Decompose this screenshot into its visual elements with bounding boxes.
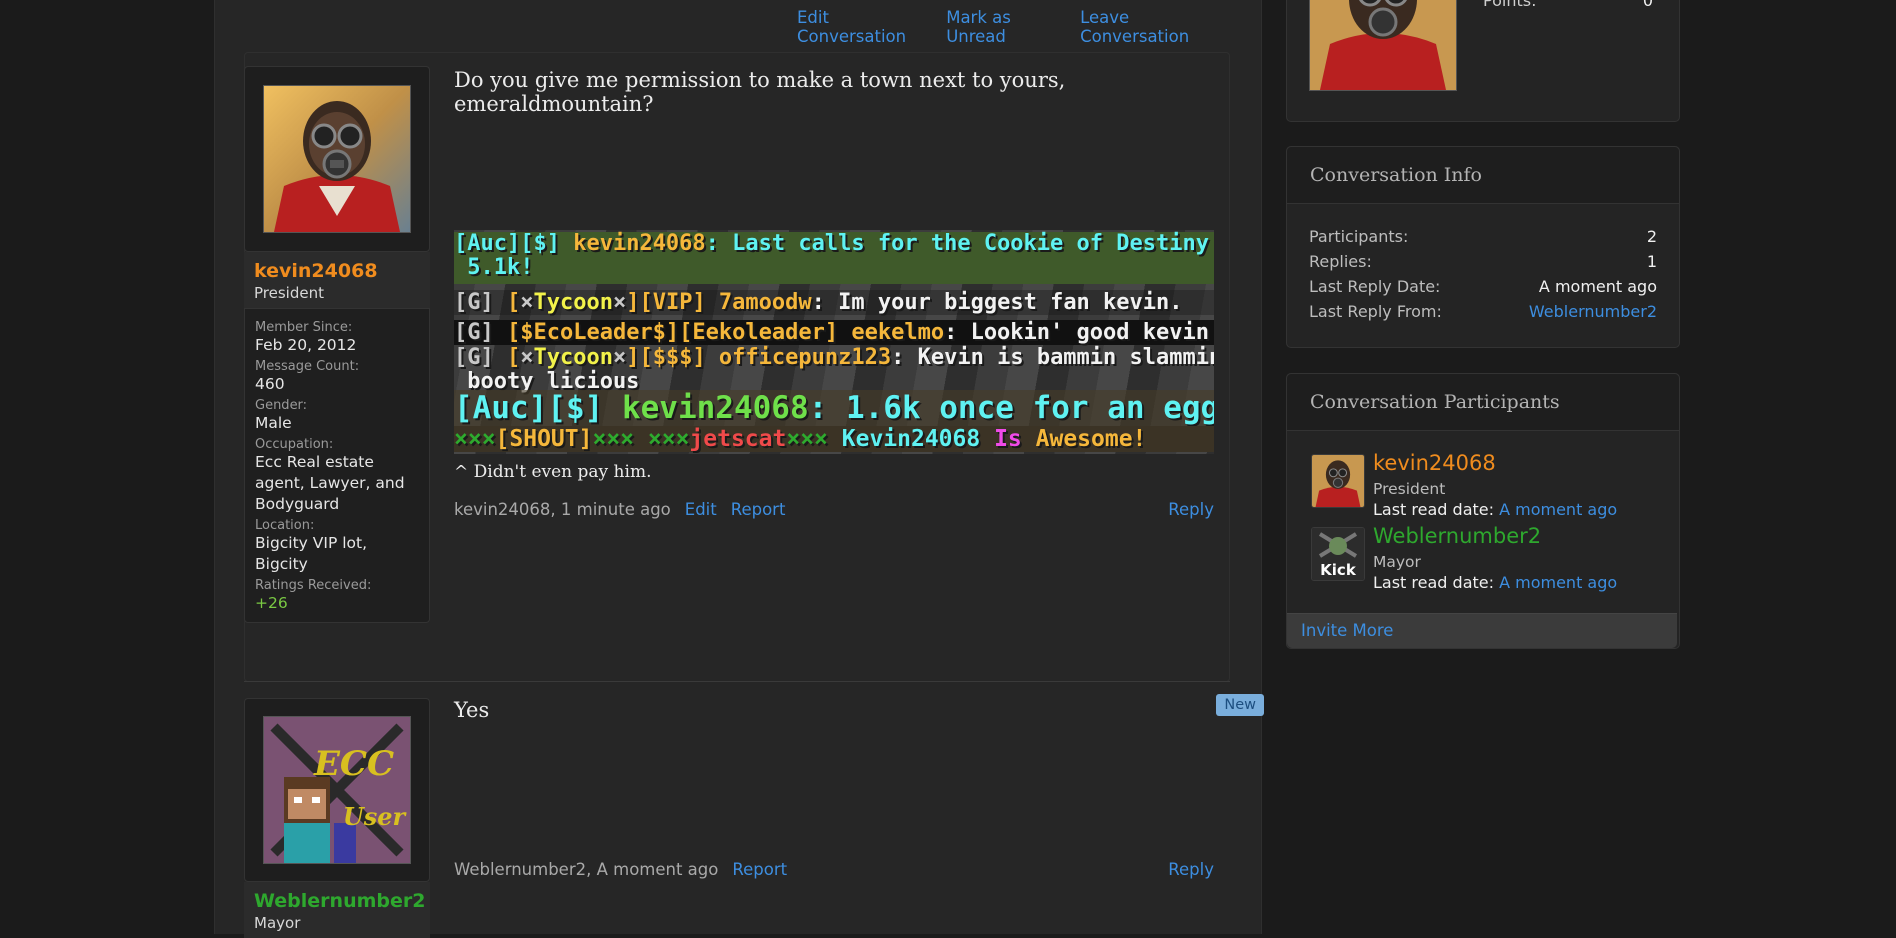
gender-value: Male <box>255 414 292 432</box>
message-caption: ^ Didn't even pay him. <box>454 462 652 482</box>
gas-mask-avatar-icon <box>264 86 410 232</box>
conversation-actions: Edit Conversation Mark as Unread Leave C… <box>797 8 1230 46</box>
chat-line-3: [G] [$EcoLeader$][Eekoleader] eekelmo: L… <box>454 320 1214 345</box>
participant-last-read: Last read date: A moment ago <box>1373 573 1618 592</box>
message-meta: Weblernumber2, A moment ago <box>454 860 719 879</box>
ratings-label: Ratings Received: <box>255 578 372 593</box>
participant-avatar[interactable] <box>1311 454 1365 508</box>
message-text: Yes <box>454 698 490 722</box>
report-link[interactable]: Report <box>732 860 787 879</box>
gender-label: Gender: <box>255 398 308 413</box>
minecraft-chat-screenshot: [Auc][$] kevin24068: Last calls for the … <box>454 230 1214 454</box>
participant-name[interactable]: Weblernumber2 <box>1373 524 1541 548</box>
message-text: Do you give me permission to make a town… <box>454 68 1066 116</box>
participant-name[interactable]: kevin24068 <box>1373 451 1496 475</box>
replies-row: Replies: 1 <box>1309 252 1657 271</box>
avatar-frame: ECC User <box>244 698 430 882</box>
message-user-card: kevin24068 President Member Since: Feb 2… <box>244 66 430 623</box>
points-value: 0 <box>1642 0 1653 10</box>
username-box: kevin24068 President <box>244 252 430 308</box>
edit-link[interactable]: Edit <box>685 500 717 519</box>
conversation-info-rows: Participants: 2 Replies: 1 Last Reply Da… <box>1287 204 1679 324</box>
username[interactable]: Weblernumber2 <box>254 890 425 912</box>
svg-text:Kick: Kick <box>1320 561 1357 579</box>
participant-title: President <box>1373 480 1446 498</box>
gas-mask-avatar-icon <box>1310 0 1456 90</box>
conversation-info-title: Conversation Info <box>1287 147 1679 204</box>
gas-mask-avatar-icon <box>1312 455 1364 507</box>
last-read-link[interactable]: A moment ago <box>1499 573 1617 592</box>
message-footer: kevin24068, 1 minute ago Edit Report Rep… <box>454 500 1214 519</box>
chat-line-5: [Auc][$] kevin24068: 1.6k once for an eg… <box>454 390 1214 426</box>
visitor-panel: Points: 0 <box>1286 0 1680 122</box>
ecc-user-avatar-icon: ECC User <box>264 717 410 863</box>
chat-line-6: ×××[SHOUT]××× ×××jetscat××× Kevin24068 I… <box>454 426 1214 452</box>
last-reply-from-link[interactable]: Weblernumber2 <box>1529 299 1657 324</box>
message-divider <box>244 681 1230 682</box>
location-label: Location: <box>255 518 315 533</box>
occupation-value: Ecc Real estate agent, Lawyer, and Bodyg… <box>255 453 405 513</box>
chat-line-2: [G] [×Tycoon×][VIP] 7amoodw: Im your big… <box>454 290 1214 315</box>
points-label: Points: <box>1483 0 1537 10</box>
invite-bar: Invite More <box>1287 613 1677 648</box>
member-since-label: Member Since: <box>255 320 353 335</box>
last-read-link[interactable]: A moment ago <box>1499 500 1617 519</box>
avatar[interactable]: ECC User <box>263 716 411 864</box>
new-badge: New <box>1216 694 1264 716</box>
report-link[interactable]: Report <box>731 500 786 519</box>
invite-more-link[interactable]: Invite More <box>1301 621 1393 640</box>
participant-weblernumber2: Kick Weblernumber2 Mayor Last read date:… <box>1311 524 1661 597</box>
ratings-value: +26 <box>255 594 288 612</box>
participant-title: Mayor <box>1373 553 1421 571</box>
chat-line-4: [G] [×Tycoon×][$$$] officepunz123: Kevin… <box>454 345 1214 394</box>
message-count-value: 460 <box>255 375 285 393</box>
mark-as-unread-link[interactable]: Mark as Unread <box>946 8 1065 46</box>
reply-link[interactable]: Reply <box>1168 500 1214 519</box>
message-count-label: Message Count: <box>255 359 360 374</box>
last-reply-date-row: Last Reply Date: A moment ago <box>1309 277 1657 296</box>
points-row: Points: 0 <box>1483 0 1653 10</box>
participants-title: Conversation Participants <box>1287 374 1679 431</box>
occupation-label: Occupation: <box>255 437 334 452</box>
message-2: ECC User Weblernumber2 Mayor Yes New Web… <box>244 694 1264 938</box>
conversation-participants-panel: Conversation Participants kevin24068 Pre… <box>1286 373 1680 649</box>
user-title: Mayor <box>254 914 301 932</box>
message-content: Do you give me permission to make a town… <box>454 68 1214 116</box>
user-extra-info: Member Since: Feb 20, 2012 Message Count… <box>244 308 430 623</box>
last-reply-from-row: Last Reply From: Weblernumber2 <box>1287 299 1679 324</box>
message-1: kevin24068 President Member Since: Feb 2… <box>244 52 1230 682</box>
leave-conversation-link[interactable]: Leave Conversation <box>1080 8 1230 46</box>
chat-line-1: [Auc][$] kevin24068: Last calls for the … <box>454 232 1214 284</box>
svg-text:User: User <box>343 802 408 831</box>
avatar-frame <box>244 66 430 252</box>
username[interactable]: kevin24068 <box>254 260 420 282</box>
location-value: Bigcity VIP lot, Bigcity <box>255 534 368 573</box>
kick-avatar-icon: Kick <box>1312 528 1364 580</box>
message-footer: Weblernumber2, A moment ago Report Reply <box>454 860 1214 879</box>
message-meta: kevin24068, 1 minute ago <box>454 500 671 519</box>
message-caption-wrap: ^ Didn't even pay him. <box>454 462 1214 482</box>
username-box: Weblernumber2 Mayor <box>244 882 430 938</box>
message-user-card: ECC User Weblernumber2 Mayor <box>244 698 430 938</box>
visitor-avatar[interactable] <box>1309 0 1457 91</box>
participants-row: Participants: 2 <box>1309 227 1657 246</box>
participant-kevin24068: kevin24068 President Last read date: A m… <box>1311 451 1661 524</box>
message-content: Yes <box>454 698 1214 722</box>
participant-avatar[interactable]: Kick <box>1311 527 1365 581</box>
edit-conversation-link[interactable]: Edit Conversation <box>797 8 931 46</box>
participant-last-read: Last read date: A moment ago <box>1373 500 1618 519</box>
reply-link[interactable]: Reply <box>1168 860 1214 879</box>
member-since-value: Feb 20, 2012 <box>255 336 357 354</box>
user-title: President <box>254 284 324 302</box>
avatar[interactable] <box>263 85 411 233</box>
conversation-info-panel: Conversation Info Participants: 2 Replie… <box>1286 146 1680 348</box>
svg-text:ECC: ECC <box>313 744 394 784</box>
